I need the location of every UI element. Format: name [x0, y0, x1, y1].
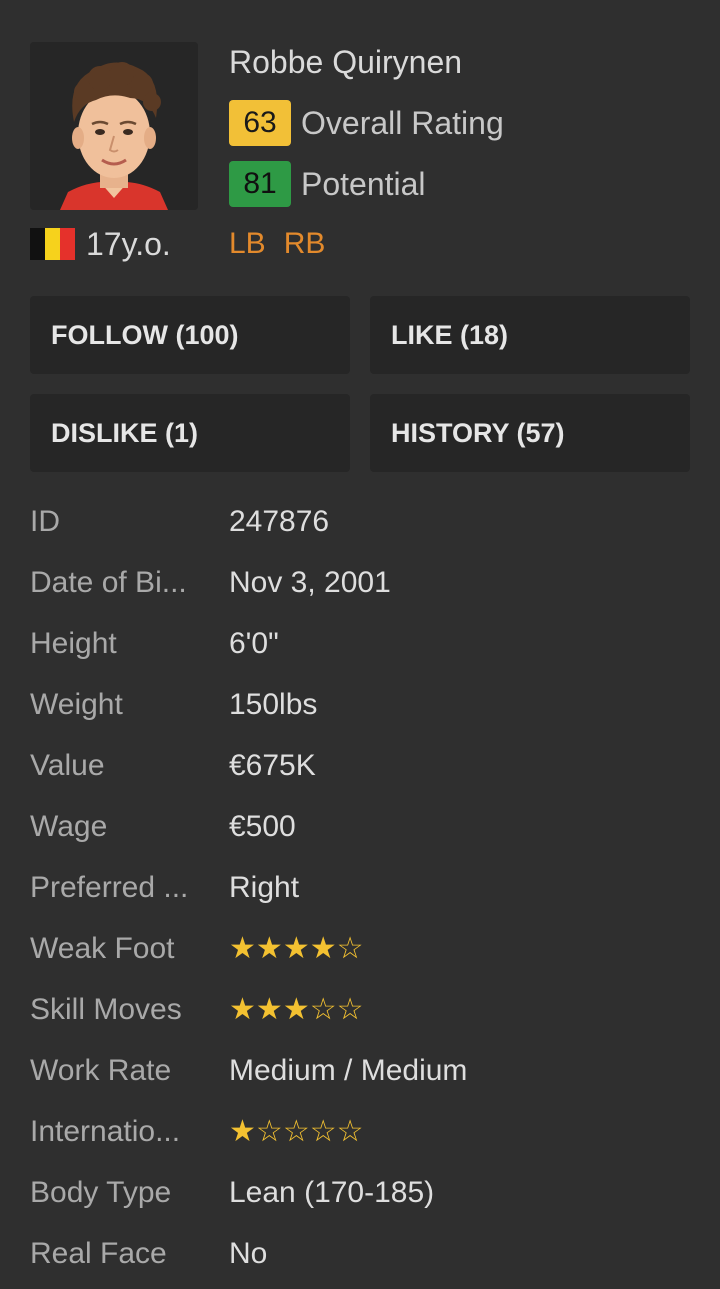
star-filled-icon: ★: [229, 932, 256, 965]
follow-button[interactable]: FOLLOW (100): [30, 296, 350, 374]
info-row-real-face: Real Face No: [30, 1234, 690, 1274]
info-row-international-rep: Internatio... ★☆☆☆☆: [30, 1112, 690, 1152]
star-empty-icon: ☆: [336, 1115, 364, 1148]
star-filled-icon: ★: [255, 993, 283, 1026]
star-empty-icon: ☆: [336, 993, 364, 1026]
info-row-preferred-foot: Preferred ... Right: [30, 868, 690, 908]
player-name: Robbe Quirynen: [229, 44, 463, 80]
position-tag[interactable]: LB: [229, 224, 266, 264]
info-label: ID: [30, 505, 60, 538]
star-rating: ★★★☆☆: [229, 990, 364, 1030]
info-row-value: Value €675K: [30, 746, 690, 786]
info-row-weight: Weight 150lbs: [30, 685, 690, 725]
info-value: No: [229, 1237, 268, 1270]
player-photo: [30, 42, 198, 210]
potential-badge: 81: [229, 161, 291, 207]
info-label: Real Face: [30, 1237, 167, 1270]
star-empty-icon: ☆: [282, 1115, 310, 1148]
info-label: Height: [30, 627, 117, 660]
info-label: Date of Bi...: [30, 566, 187, 599]
info-label: Weight: [30, 688, 123, 721]
star-empty-icon: ☆: [309, 1115, 337, 1148]
info-value: €675K: [229, 749, 316, 782]
info-value: 6'0": [229, 627, 279, 660]
info-label: Value: [30, 749, 105, 782]
info-label: Body Type: [30, 1176, 172, 1209]
star-empty-icon: ☆: [255, 1115, 283, 1148]
info-row-work-rate: Work Rate Medium / Medium: [30, 1051, 690, 1091]
star-filled-icon: ★: [282, 932, 310, 965]
star-filled-icon: ★: [229, 993, 256, 1026]
star-rating: ★☆☆☆☆: [229, 1112, 364, 1152]
potential-label: Potential: [301, 165, 426, 202]
star-filled-icon: ★: [309, 932, 337, 965]
potential-row: 81 Potential: [229, 161, 426, 207]
star-filled-icon: ★: [229, 1115, 256, 1148]
info-row-height: Height 6'0": [30, 624, 690, 664]
history-button[interactable]: HISTORY (57): [370, 394, 690, 472]
star-empty-icon: ☆: [309, 993, 337, 1026]
position-tag[interactable]: RB: [284, 224, 326, 264]
player-positions: LB RB: [229, 224, 325, 264]
star-filled-icon: ★: [282, 993, 310, 1026]
player-age: 17y.o.: [86, 226, 171, 262]
info-value: Nov 3, 2001: [229, 566, 391, 599]
star-filled-icon: ★: [255, 932, 283, 965]
info-row-dob: Date of Bi... Nov 3, 2001: [30, 563, 690, 603]
overall-rating-label: Overall Rating: [301, 104, 504, 141]
belgium-flag-icon: [30, 228, 75, 260]
info-label: Work Rate: [30, 1054, 172, 1087]
info-label: Wage: [30, 810, 108, 843]
info-label: Skill Moves: [30, 993, 182, 1026]
info-label: Preferred ...: [30, 871, 189, 904]
info-value: Right: [229, 871, 300, 904]
info-row-wage: Wage €500: [30, 807, 690, 847]
info-value: Medium / Medium: [229, 1054, 468, 1087]
info-row-weak-foot: Weak Foot ★★★★☆: [30, 929, 690, 969]
info-label: Internatio...: [30, 1115, 181, 1148]
info-value: €500: [229, 810, 296, 843]
star-rating: ★★★★☆: [229, 929, 364, 969]
info-value: 247876: [229, 505, 330, 538]
info-label: Weak Foot: [30, 932, 175, 965]
info-value: Lean (170-185): [229, 1176, 435, 1209]
info-row-body-type: Body Type Lean (170-185): [30, 1173, 690, 1213]
like-button[interactable]: LIKE (18): [370, 296, 690, 374]
info-row-skill-moves: Skill Moves ★★★☆☆: [30, 990, 690, 1030]
overall-rating-badge: 63: [229, 100, 291, 146]
overall-rating-row: 63 Overall Rating: [229, 100, 504, 146]
info-value: 150lbs: [229, 688, 318, 721]
dislike-button[interactable]: DISLIKE (1): [30, 394, 350, 472]
star-empty-icon: ☆: [336, 932, 364, 965]
info-row-id: ID 247876: [30, 502, 690, 542]
